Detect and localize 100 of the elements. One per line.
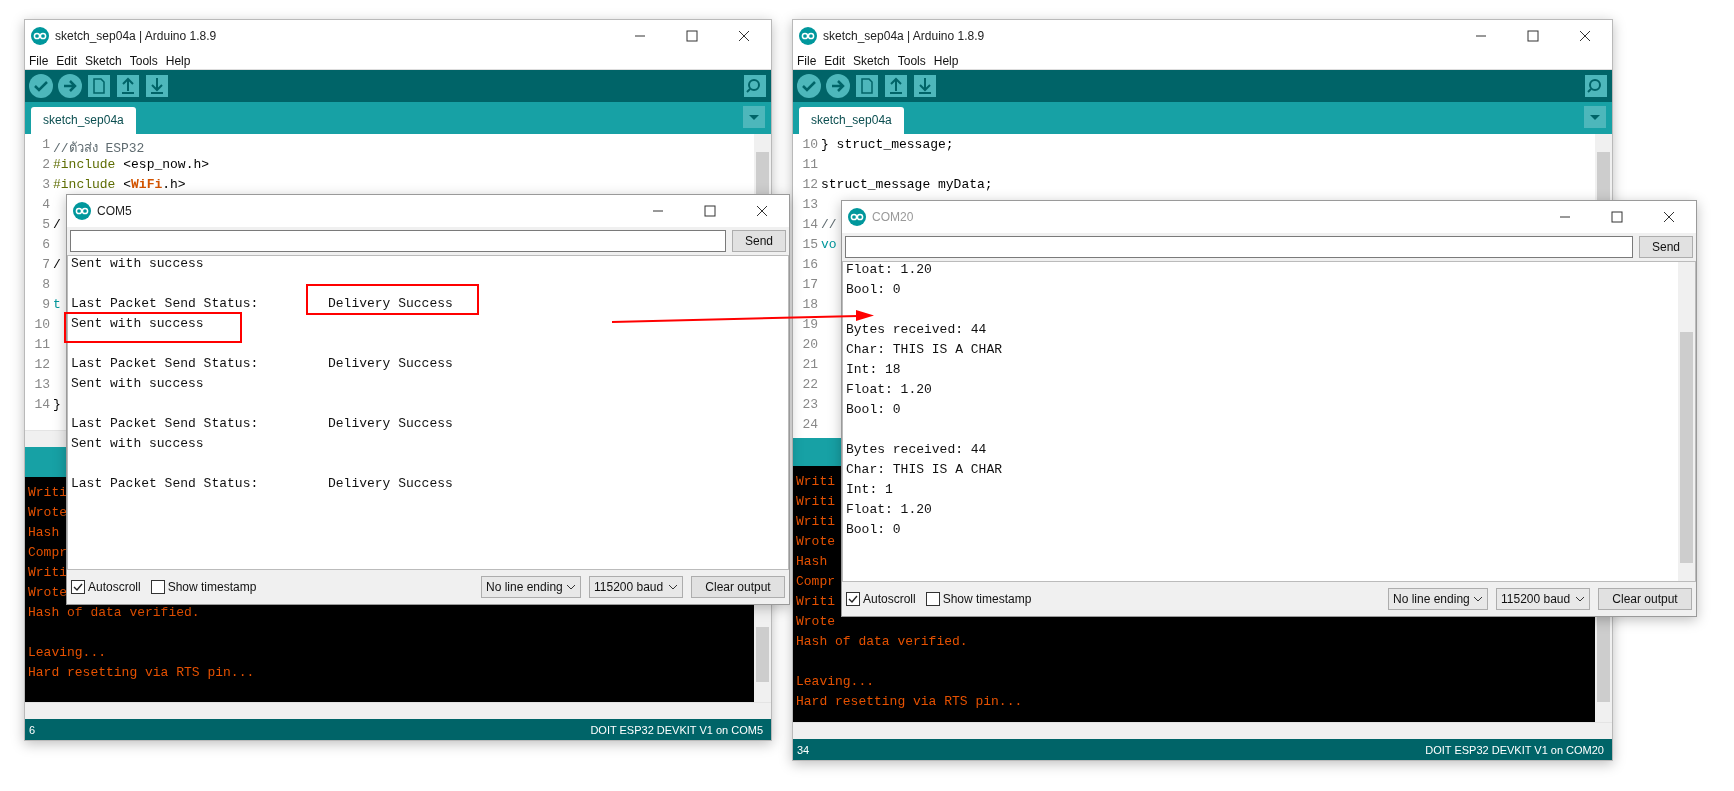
console-line: Hard resetting via RTS pin... — [796, 694, 1023, 711]
input-field[interactable] — [70, 230, 726, 252]
line-number: 7 — [41, 257, 51, 274]
scrollbar[interactable] — [1678, 262, 1695, 581]
line-number: 12 — [33, 357, 51, 374]
line-number: 20 — [801, 337, 819, 354]
code-line: t — [53, 297, 61, 314]
clear-output-button[interactable]: Clear output — [1598, 588, 1692, 610]
open-icon[interactable] — [884, 74, 908, 98]
verify-icon[interactable] — [797, 74, 821, 98]
serial-monitor-icon[interactable] — [1584, 74, 1608, 98]
code-line: / — [53, 217, 61, 234]
line-number: 22 — [801, 377, 819, 394]
code-line: struct_message myData; — [821, 177, 993, 194]
checkbox[interactable] — [846, 592, 860, 606]
console-line: Compr — [796, 574, 835, 591]
save-icon[interactable] — [145, 74, 169, 98]
baud-select[interactable]: 115200 baud — [1496, 588, 1590, 610]
save-icon[interactable] — [913, 74, 937, 98]
checkbox[interactable] — [71, 580, 85, 594]
menu-item[interactable]: Tools — [129, 53, 158, 68]
verify-icon[interactable] — [29, 74, 53, 98]
output-line: Char: THIS IS A CHAR — [846, 342, 1003, 359]
output-line: Bytes received: 44 — [846, 442, 987, 459]
console-line: Writi — [796, 514, 835, 531]
menu-item[interactable]: Sketch — [85, 53, 122, 68]
upload-icon[interactable] — [826, 74, 850, 98]
open-icon[interactable] — [116, 74, 140, 98]
menu-item[interactable]: Edit — [824, 53, 846, 68]
sketch-tab[interactable]: sketch_sep04a — [31, 107, 136, 134]
checkbox-label: Show timestamp — [942, 592, 1032, 606]
menu-item[interactable]: File — [797, 53, 817, 68]
console-line: Writi — [28, 485, 67, 502]
console-line: Wrote — [28, 505, 67, 522]
console-line: Compr — [28, 545, 67, 562]
output-line: Bool: 0 — [846, 522, 901, 539]
window-title: COM20 — [872, 210, 915, 224]
send-button[interactable]: Send — [1638, 236, 1693, 258]
chevron-icon — [566, 584, 576, 590]
line-number: 19 — [801, 317, 819, 334]
menu-item[interactable]: Sketch — [853, 53, 890, 68]
line-number: 5 — [41, 217, 51, 234]
line-number: 21 — [801, 357, 819, 374]
checkbox[interactable] — [925, 592, 940, 606]
line-number: 9 — [41, 297, 51, 314]
new-file-icon[interactable] — [87, 74, 111, 98]
input-field[interactable] — [845, 236, 1633, 258]
clear-output-button[interactable]: Clear output — [691, 576, 785, 598]
code-line: } — [53, 397, 61, 414]
menu-item[interactable]: Tools — [897, 53, 926, 68]
output-line: Sent with success — [71, 316, 204, 333]
code-line: #include <esp_now.h> — [53, 157, 210, 174]
dropdown-icon[interactable] — [743, 106, 765, 128]
checkbox[interactable] — [150, 580, 165, 594]
status-label: Last Packet Send Status: — [71, 356, 259, 373]
status-label: Last Packet Send Status: — [71, 296, 259, 313]
scrollbar[interactable] — [25, 702, 771, 719]
serial-monitor-icon[interactable] — [743, 74, 767, 98]
menu-item[interactable]: File — [29, 53, 49, 68]
board-label: DOIT ESP32 DEVKIT V1 on COM20 — [1425, 743, 1604, 756]
app-logo-icon — [848, 208, 866, 226]
chevron-icon — [1473, 596, 1483, 602]
window-title: sketch_sep04a | Arduino 1.8.9 — [823, 29, 986, 43]
dropdown-icon[interactable] — [1584, 106, 1606, 128]
code-line: // — [821, 217, 837, 234]
console-line: Writi — [796, 494, 835, 511]
line-number: 8 — [41, 277, 51, 294]
output-line: Bool: 0 — [846, 402, 901, 419]
status-label: Last Packet Send Status: — [71, 476, 259, 493]
console-line: Writi — [796, 594, 835, 611]
line-number: 4 — [41, 197, 51, 214]
line-ending-select[interactable]: No line ending — [1388, 588, 1488, 610]
console-line: Leaving... — [796, 674, 874, 691]
output-line: Int: 18 — [846, 362, 901, 379]
new-file-icon[interactable] — [855, 74, 879, 98]
line-number: 13 — [801, 197, 819, 214]
line-number: 24 — [801, 417, 819, 434]
output-line: Sent with success — [71, 376, 204, 393]
status-label: Last Packet Send Status: — [71, 416, 259, 433]
checkbox-label: Autoscroll — [88, 580, 141, 594]
line-number: 15 — [801, 237, 819, 254]
app-logo-icon — [73, 202, 91, 220]
menu-item[interactable]: Edit — [56, 53, 78, 68]
send-button[interactable]: Send — [731, 230, 786, 252]
baud-select[interactable]: 115200 baud — [589, 576, 683, 598]
chevron-icon — [1575, 596, 1585, 602]
console-line: Leaving... — [28, 645, 106, 662]
line-number: 17 — [801, 277, 819, 294]
line-number: 12 — [801, 177, 819, 194]
upload-icon[interactable] — [58, 74, 82, 98]
scrollbar[interactable] — [793, 722, 1612, 739]
line-ending-select[interactable]: No line ending — [481, 576, 581, 598]
line-number: 11 — [801, 157, 819, 174]
sketch-tab[interactable]: sketch_sep04a — [799, 107, 904, 134]
menu-item[interactable]: Help — [165, 53, 191, 68]
status-value: Delivery Success — [328, 476, 453, 493]
line-number: 10 — [801, 137, 819, 154]
output-line: Float: 1.20 — [846, 502, 932, 519]
menu-item[interactable]: Help — [933, 53, 959, 68]
line-number: 16 — [801, 257, 819, 274]
